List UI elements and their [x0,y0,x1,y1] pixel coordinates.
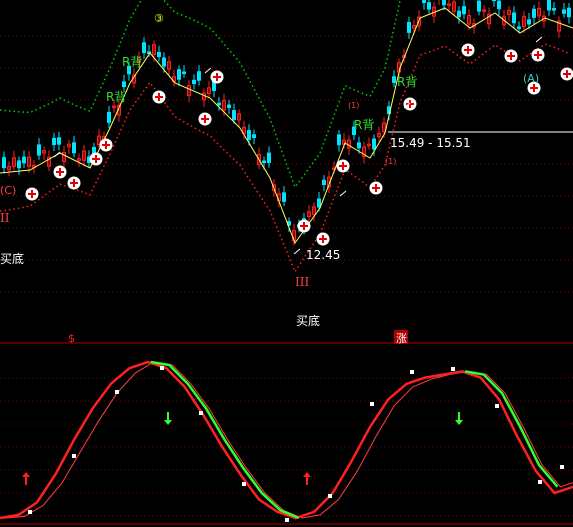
candle-body [462,6,466,15]
r-back-label: R背 [122,55,142,69]
candle-body [267,152,271,163]
candle-body [322,179,326,185]
wave-label: II [0,211,10,225]
candle-body [427,2,431,10]
candle-body [337,134,341,146]
signal-arrow-down [164,412,172,425]
wave-circle-label: (A) [523,72,539,85]
osc-node [410,370,414,374]
range-label: 15.49 - 15.51 [390,136,471,150]
candle-body [122,81,126,88]
zigzag-line [0,7,573,245]
osc-node [160,366,164,370]
candle-body [527,19,531,25]
candle-body [497,0,501,10]
candle-body [252,134,256,138]
candle-body [562,9,566,14]
osc-node [451,367,455,371]
tick-mark [293,248,301,255]
candle-body [512,12,516,24]
candle-body [392,76,396,83]
wave-circle-label: (1) [385,157,396,166]
osc-node [115,390,119,394]
candle-body [357,142,361,149]
tick-mark [535,36,543,43]
candle-body [162,57,166,67]
candle-body [422,0,426,4]
candle-body [107,111,111,123]
wave-circle-label: (C) [0,184,16,197]
candle-body [217,102,221,106]
chart-svg: R背R背R背R背IIIII(C)(A)③(1)(1)$ 涨 [0,0,573,525]
candle-body [517,26,521,29]
wave-label: III [295,275,309,289]
candle-body [477,0,481,12]
candle-body [552,8,556,11]
low-label: 12.45 [306,248,341,262]
top-marker: 涨 [396,332,407,345]
candle-body [52,137,56,146]
buy-bottom-label-2: 买底 [296,314,321,328]
candle-body [37,144,41,156]
candle-body [442,0,446,6]
tick-mark [204,67,212,74]
osc-red-line [0,360,573,520]
r-back-label: R背 [106,90,126,104]
osc-node [28,510,32,514]
candle-body [197,71,201,81]
candle-body [457,10,461,18]
candle-body [247,129,251,140]
candle-body [232,110,236,121]
top-marker: $ [68,332,75,345]
r-back-label: R背 [397,75,417,89]
wave-circle-label: ③ [154,12,164,25]
osc-node [199,411,203,415]
buy-bottom-label-1: 买底 [0,252,25,266]
candle-body [262,160,266,164]
candle-body [17,160,21,169]
candle-body [492,0,496,2]
candle-body [282,192,286,202]
candle-body [227,104,231,108]
tick-mark [339,190,347,197]
signal-arrow-up [303,472,311,485]
candle-body [182,71,186,75]
candle-body [372,138,376,150]
osc-node [538,480,542,484]
chart-stage: R背 R背 R背 R背 II III (C) (A) ③ (1) (1) $ 涨 15.49 - 15.… [0,0,573,527]
osc-node [495,404,499,408]
candle-body [317,198,321,208]
candle-body [157,52,161,58]
candle-body [177,69,181,80]
candle-body [2,157,6,169]
signal-arrow-down [455,412,463,425]
r-back-label: R背 [354,118,374,132]
osc-node [242,482,246,486]
osc-node [370,402,374,406]
osc-node [560,465,564,469]
osc-node [328,494,332,498]
wave-circle-label: (1) [348,101,359,110]
candle-body [532,8,536,18]
candle-body [567,7,571,18]
candle-body [192,79,196,85]
signal-arrow-up [22,472,30,485]
candle-body [22,156,26,164]
osc-node [285,518,289,522]
candle-body [547,0,551,11]
candle-body [72,142,76,154]
osc-node [72,454,76,458]
tick-mark [53,151,61,158]
candle-body [57,137,61,145]
candle-body [142,42,146,54]
candle-body [407,21,411,33]
